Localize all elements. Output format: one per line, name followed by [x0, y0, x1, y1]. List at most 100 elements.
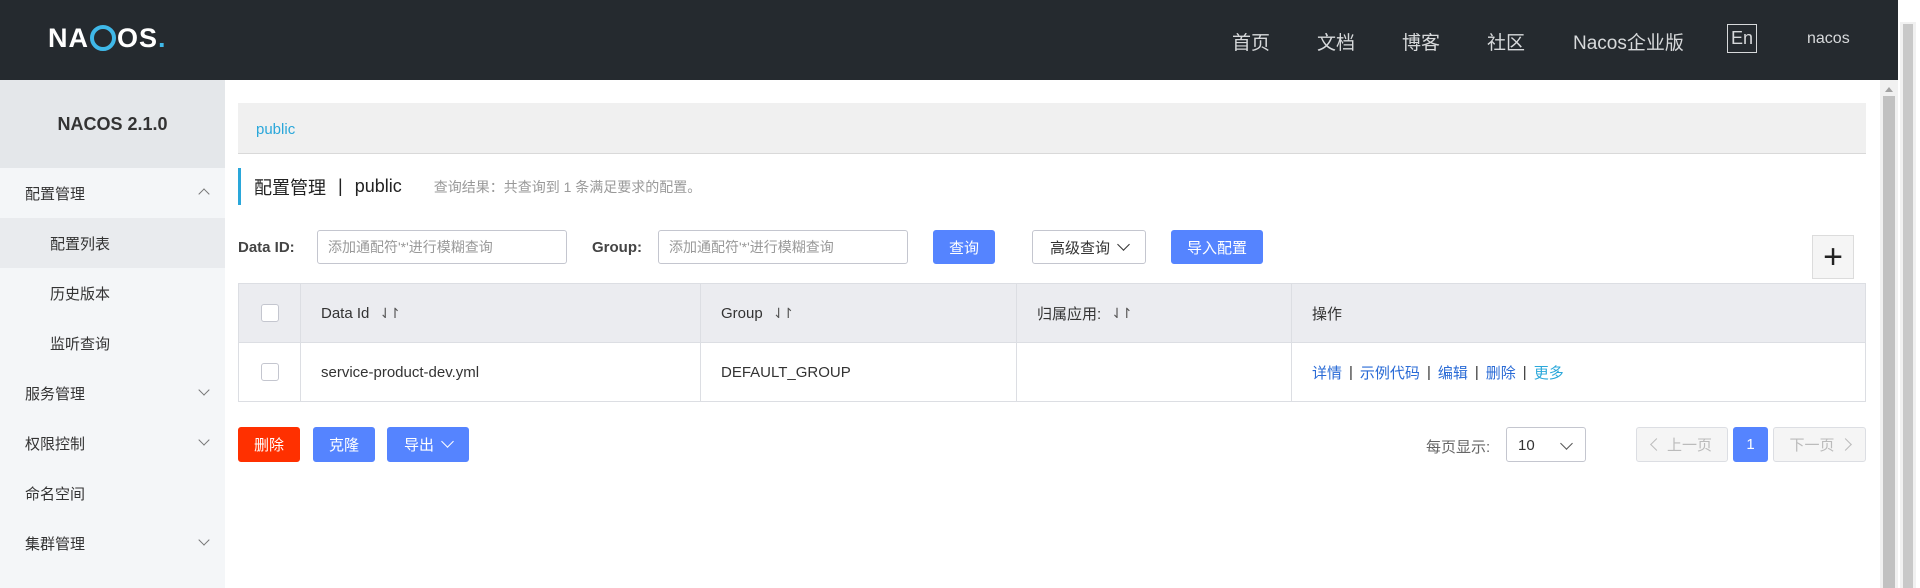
sort-icon[interactable]: ⇃↾: [1111, 305, 1133, 322]
query-button[interactable]: 查询: [933, 230, 995, 264]
header-checkbox-cell: [239, 284, 301, 342]
advanced-query-button[interactable]: 高级查询: [1032, 230, 1146, 264]
sample-code-link[interactable]: 示例代码: [1360, 362, 1420, 383]
advanced-query-label: 高级查询: [1049, 239, 1110, 257]
add-config-button[interactable]: +: [1812, 235, 1854, 279]
table-header: Data Id ⇃↾ Group ⇃↾ 归属应用: ⇃↾ 操作: [239, 284, 1865, 343]
sidebar-item-label: 集群管理: [25, 535, 86, 553]
top-navbar: NA OS. 首页 文档 博客 社区 Nacos企业版 En nacos: [0, 0, 1920, 80]
sidebar-item-config-management[interactable]: 配置管理: [0, 168, 225, 218]
namespace-breadcrumb: public: [238, 103, 1866, 154]
import-config-button[interactable]: 导入配置: [1171, 230, 1263, 264]
title-separator: |: [338, 176, 343, 196]
column-header-label: 归属应用:: [1037, 305, 1102, 323]
data-id-input-wrapper: [317, 230, 567, 264]
nacos-logo[interactable]: NA OS.: [48, 23, 167, 53]
op-separator: |: [1522, 363, 1527, 381]
more-link[interactable]: 更多: [1534, 362, 1564, 383]
sidebar-item-history[interactable]: 历史版本: [0, 268, 225, 318]
sidebar-item-access-control[interactable]: 权限控制: [0, 418, 225, 468]
column-header-actions: 操作: [1292, 284, 1865, 342]
chevron-down-icon: [198, 534, 210, 546]
column-header-app[interactable]: 归属应用: ⇃↾: [1017, 284, 1292, 342]
prev-page-label: 上一页: [1666, 437, 1712, 454]
delete-button[interactable]: 删除: [238, 427, 300, 462]
namespace-link[interactable]: public: [256, 121, 295, 138]
column-header-label: Data Id: [321, 304, 370, 322]
scroll-up-arrow-icon[interactable]: [1885, 87, 1893, 92]
window-scrollbar-thumb[interactable]: [1903, 24, 1913, 588]
config-table: Data Id ⇃↾ Group ⇃↾ 归属应用: ⇃↾ 操作 service-…: [238, 283, 1866, 402]
sidebar-item-config-list[interactable]: 配置列表: [0, 218, 225, 268]
data-id-label: Data ID:: [238, 239, 295, 256]
sidebar-item-cluster-management[interactable]: 集群管理: [0, 518, 225, 568]
op-separator: |: [1426, 363, 1431, 381]
sidebar-item-label: 权限控制: [25, 435, 86, 453]
page-size-select[interactable]: 10: [1506, 427, 1586, 462]
group-input-wrapper: [658, 230, 908, 264]
table-row: service-product-dev.yml DEFAULT_GROUP 详情…: [239, 343, 1865, 401]
sidebar-item-service-management[interactable]: 服务管理: [0, 368, 225, 418]
column-header-label: Group: [721, 304, 763, 322]
nav-home[interactable]: 首页: [1232, 28, 1270, 55]
group-cell: DEFAULT_GROUP: [701, 343, 1017, 401]
export-button[interactable]: 导出: [387, 427, 469, 462]
chevron-left-icon: [1650, 438, 1663, 451]
group-input[interactable]: [659, 231, 907, 263]
sidebar-item-label: 服务管理: [25, 385, 86, 403]
page-namespace: public: [354, 176, 402, 196]
user-menu[interactable]: nacos: [1807, 30, 1850, 48]
sort-icon[interactable]: ⇃↾: [379, 305, 401, 322]
chevron-down-icon: [1117, 237, 1130, 251]
app-cell: [1017, 343, 1292, 401]
group-label: Group:: [592, 239, 642, 256]
page-title: 配置管理: [254, 177, 326, 198]
nav-docs[interactable]: 文档: [1317, 28, 1355, 55]
page-1-button[interactable]: 1: [1733, 427, 1768, 462]
sidebar: NACOS 2.1.0 配置管理 配置列表 历史版本 监听查询 服务管理 权限控…: [0, 80, 225, 588]
sidebar-item-label: 监听查询: [50, 335, 111, 353]
sidebar-item-label: 配置列表: [50, 235, 111, 253]
sort-icon[interactable]: ⇃↾: [773, 305, 795, 322]
query-result-hint: 查询结果：共查询到 1 条满足要求的配置。: [433, 178, 702, 195]
actions-cell: 详情 | 示例代码 | 编辑 | 删除 | 更多: [1292, 343, 1865, 401]
nav-community[interactable]: 社区: [1487, 28, 1525, 55]
page-size-value: 10: [1518, 437, 1535, 454]
sidebar-item-listener-query[interactable]: 监听查询: [0, 318, 225, 368]
column-header-label: 操作: [1312, 305, 1343, 323]
delete-link[interactable]: 删除: [1486, 362, 1516, 383]
sidebar-item-label: 历史版本: [50, 285, 111, 303]
page-size-label: 每页显示:: [1426, 439, 1491, 456]
column-header-data-id[interactable]: Data Id ⇃↾: [301, 284, 701, 342]
nav-blog[interactable]: 博客: [1402, 28, 1440, 55]
sidebar-item-label: 命名空间: [25, 485, 86, 503]
chevron-down-icon: [198, 384, 210, 396]
row-checkbox[interactable]: [260, 363, 279, 381]
sidebar-item-label: 配置管理: [25, 185, 86, 203]
next-page-label: 下一页: [1789, 437, 1835, 454]
edit-link[interactable]: 编辑: [1438, 362, 1468, 383]
details-link[interactable]: 详情: [1312, 362, 1342, 383]
op-separator: |: [1474, 363, 1479, 381]
prev-page-button[interactable]: 上一页: [1636, 427, 1728, 462]
page-title-bar: 配置管理 | public 查询结果：共查询到 1 条满足要求的配置。: [238, 168, 701, 205]
select-all-checkbox[interactable]: [260, 304, 279, 322]
chevron-down-icon: [198, 434, 210, 446]
nav-enterprise[interactable]: Nacos企业版: [1573, 28, 1684, 55]
chevron-up-icon: [198, 188, 210, 200]
export-label: 导出: [403, 437, 434, 454]
chevron-right-icon: [1838, 438, 1852, 451]
clone-button[interactable]: 克隆: [313, 427, 375, 462]
content-scrollbar-thumb[interactable]: [1883, 96, 1895, 588]
chevron-down-icon: [441, 435, 454, 448]
column-header-group[interactable]: Group ⇃↾: [701, 284, 1017, 342]
next-page-button[interactable]: 下一页: [1773, 427, 1866, 462]
sidebar-version-title: NACOS 2.1.0: [0, 80, 225, 168]
data-id-cell: service-product-dev.yml: [301, 343, 701, 401]
sidebar-item-namespace[interactable]: 命名空间: [0, 468, 225, 518]
data-id-input[interactable]: [318, 231, 566, 263]
language-toggle-button[interactable]: En: [1727, 24, 1757, 53]
chevron-down-icon: [1560, 437, 1573, 450]
row-checkbox-cell: [239, 343, 301, 401]
op-separator: |: [1349, 363, 1353, 381]
